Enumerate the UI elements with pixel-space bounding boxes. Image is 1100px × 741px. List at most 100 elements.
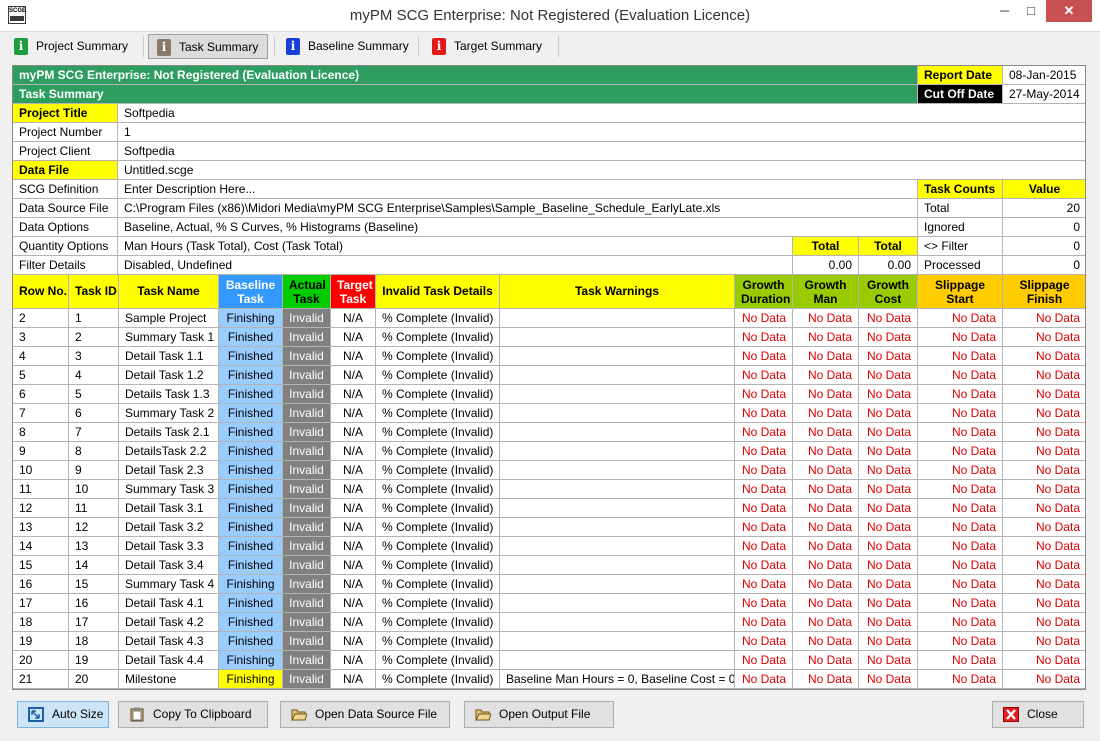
slippage-finish-cell[interactable]: No Data	[1003, 613, 1085, 632]
open-output-file-button[interactable]: Open Output File	[464, 701, 614, 728]
baseline-task-cell[interactable]: Finished	[219, 461, 283, 480]
target-task-cell[interactable]: N/A	[331, 366, 376, 385]
invalid-details-cell[interactable]: % Complete (Invalid)	[376, 575, 500, 594]
target-task-cell[interactable]: N/A	[331, 423, 376, 442]
target-task-cell[interactable]: N/A	[331, 461, 376, 480]
task-warning-cell[interactable]	[500, 499, 735, 518]
task-id-cell[interactable]: 7	[69, 423, 119, 442]
slippage-start-cell[interactable]: No Data	[918, 651, 1003, 670]
growth-cost-cell[interactable]: No Data	[859, 499, 918, 518]
slippage-start-cell[interactable]: No Data	[918, 613, 1003, 632]
col-growth-duration[interactable]: Growth Duration	[735, 275, 793, 309]
row-number-cell[interactable]: 11	[13, 480, 69, 499]
growth-duration-cell[interactable]: No Data	[735, 385, 793, 404]
invalid-details-cell[interactable]: % Complete (Invalid)	[376, 670, 500, 689]
task-id-cell[interactable]: 15	[69, 575, 119, 594]
row-number-cell[interactable]: 2	[13, 309, 69, 328]
task-warning-cell[interactable]	[500, 575, 735, 594]
growth-cost-cell[interactable]: No Data	[859, 309, 918, 328]
actual-task-cell[interactable]: Invalid	[283, 518, 331, 537]
slippage-start-cell[interactable]: No Data	[918, 518, 1003, 537]
slippage-finish-cell[interactable]: No Data	[1003, 442, 1085, 461]
baseline-task-cell[interactable]: Finishing	[219, 651, 283, 670]
invalid-details-cell[interactable]: % Complete (Invalid)	[376, 461, 500, 480]
target-task-cell[interactable]: N/A	[331, 385, 376, 404]
growth-man-hours-cell[interactable]: No Data	[793, 537, 859, 556]
close-button[interactable]: Close	[992, 701, 1084, 728]
task-name-cell[interactable]: Details Task 1.3	[119, 385, 219, 404]
baseline-task-cell[interactable]: Finished	[219, 556, 283, 575]
task-name-cell[interactable]: Detail Task 4.4	[119, 651, 219, 670]
actual-task-cell[interactable]: Invalid	[283, 442, 331, 461]
growth-duration-cell[interactable]: No Data	[735, 366, 793, 385]
actual-task-cell[interactable]: Invalid	[283, 480, 331, 499]
growth-man-hours-cell[interactable]: No Data	[793, 309, 859, 328]
col-target-task[interactable]: Target Task	[331, 275, 376, 309]
growth-man-hours-cell[interactable]: No Data	[793, 423, 859, 442]
actual-task-cell[interactable]: Invalid	[283, 651, 331, 670]
invalid-details-cell[interactable]: % Complete (Invalid)	[376, 423, 500, 442]
target-task-cell[interactable]: N/A	[331, 518, 376, 537]
growth-duration-cell[interactable]: No Data	[735, 613, 793, 632]
target-task-cell[interactable]: N/A	[331, 556, 376, 575]
task-name-cell[interactable]: Detail Task 4.2	[119, 613, 219, 632]
task-name-cell[interactable]: Details Task 2.1	[119, 423, 219, 442]
growth-duration-cell[interactable]: No Data	[735, 461, 793, 480]
baseline-task-cell[interactable]: Finished	[219, 404, 283, 423]
col-growth-cost[interactable]: Growth Cost	[859, 275, 918, 309]
actual-task-cell[interactable]: Invalid	[283, 309, 331, 328]
copy-to-clipboard-button[interactable]: Copy To Clipboard	[118, 701, 268, 728]
row-number-cell[interactable]: 15	[13, 556, 69, 575]
task-id-cell[interactable]: 14	[69, 556, 119, 575]
row-number-cell[interactable]: 8	[13, 423, 69, 442]
col-baseline-task[interactable]: Baseline Task	[219, 275, 283, 309]
growth-cost-cell[interactable]: No Data	[859, 651, 918, 670]
task-warning-cell[interactable]	[500, 613, 735, 632]
target-task-cell[interactable]: N/A	[331, 480, 376, 499]
growth-cost-cell[interactable]: No Data	[859, 404, 918, 423]
task-warning-cell[interactable]	[500, 404, 735, 423]
growth-cost-cell[interactable]: No Data	[859, 670, 918, 689]
filter-details-value[interactable]: Disabled, Undefined	[118, 256, 793, 275]
growth-man-hours-cell[interactable]: No Data	[793, 518, 859, 537]
growth-cost-cell[interactable]: No Data	[859, 613, 918, 632]
actual-task-cell[interactable]: Invalid	[283, 423, 331, 442]
slippage-finish-cell[interactable]: No Data	[1003, 328, 1085, 347]
slippage-finish-cell[interactable]: No Data	[1003, 518, 1085, 537]
growth-cost-cell[interactable]: No Data	[859, 632, 918, 651]
task-warning-cell[interactable]	[500, 385, 735, 404]
task-warning-cell[interactable]	[500, 480, 735, 499]
slippage-finish-cell[interactable]: No Data	[1003, 309, 1085, 328]
task-name-cell[interactable]: Sample Project	[119, 309, 219, 328]
task-id-cell[interactable]: 10	[69, 480, 119, 499]
col-task-name[interactable]: Task Name	[119, 275, 219, 309]
row-number-cell[interactable]: 13	[13, 518, 69, 537]
growth-duration-cell[interactable]: No Data	[735, 651, 793, 670]
target-task-cell[interactable]: N/A	[331, 404, 376, 423]
growth-man-hours-cell[interactable]: No Data	[793, 480, 859, 499]
task-id-cell[interactable]: 9	[69, 461, 119, 480]
task-id-cell[interactable]: 8	[69, 442, 119, 461]
target-task-cell[interactable]: N/A	[331, 499, 376, 518]
actual-task-cell[interactable]: Invalid	[283, 632, 331, 651]
task-name-cell[interactable]: Milestone	[119, 670, 219, 689]
slippage-finish-cell[interactable]: No Data	[1003, 499, 1085, 518]
baseline-task-cell[interactable]: Finished	[219, 423, 283, 442]
growth-duration-cell[interactable]: No Data	[735, 328, 793, 347]
slippage-start-cell[interactable]: No Data	[918, 632, 1003, 651]
baseline-task-cell[interactable]: Finished	[219, 442, 283, 461]
target-task-cell[interactable]: N/A	[331, 328, 376, 347]
invalid-details-cell[interactable]: % Complete (Invalid)	[376, 404, 500, 423]
task-name-cell[interactable]: Summary Task 4	[119, 575, 219, 594]
baseline-task-cell[interactable]: Finished	[219, 366, 283, 385]
maximize-button[interactable]: □	[1018, 0, 1044, 22]
target-task-cell[interactable]: N/A	[331, 651, 376, 670]
slippage-start-cell[interactable]: No Data	[918, 347, 1003, 366]
project-number-value[interactable]: 1	[118, 123, 1085, 142]
task-id-cell[interactable]: 1	[69, 309, 119, 328]
baseline-task-cell[interactable]: Finished	[219, 499, 283, 518]
data-options-value[interactable]: Baseline, Actual, % S Curves, % Histogra…	[118, 218, 918, 237]
col-task-id[interactable]: Task ID	[69, 275, 119, 309]
invalid-details-cell[interactable]: % Complete (Invalid)	[376, 480, 500, 499]
slippage-start-cell[interactable]: No Data	[918, 499, 1003, 518]
